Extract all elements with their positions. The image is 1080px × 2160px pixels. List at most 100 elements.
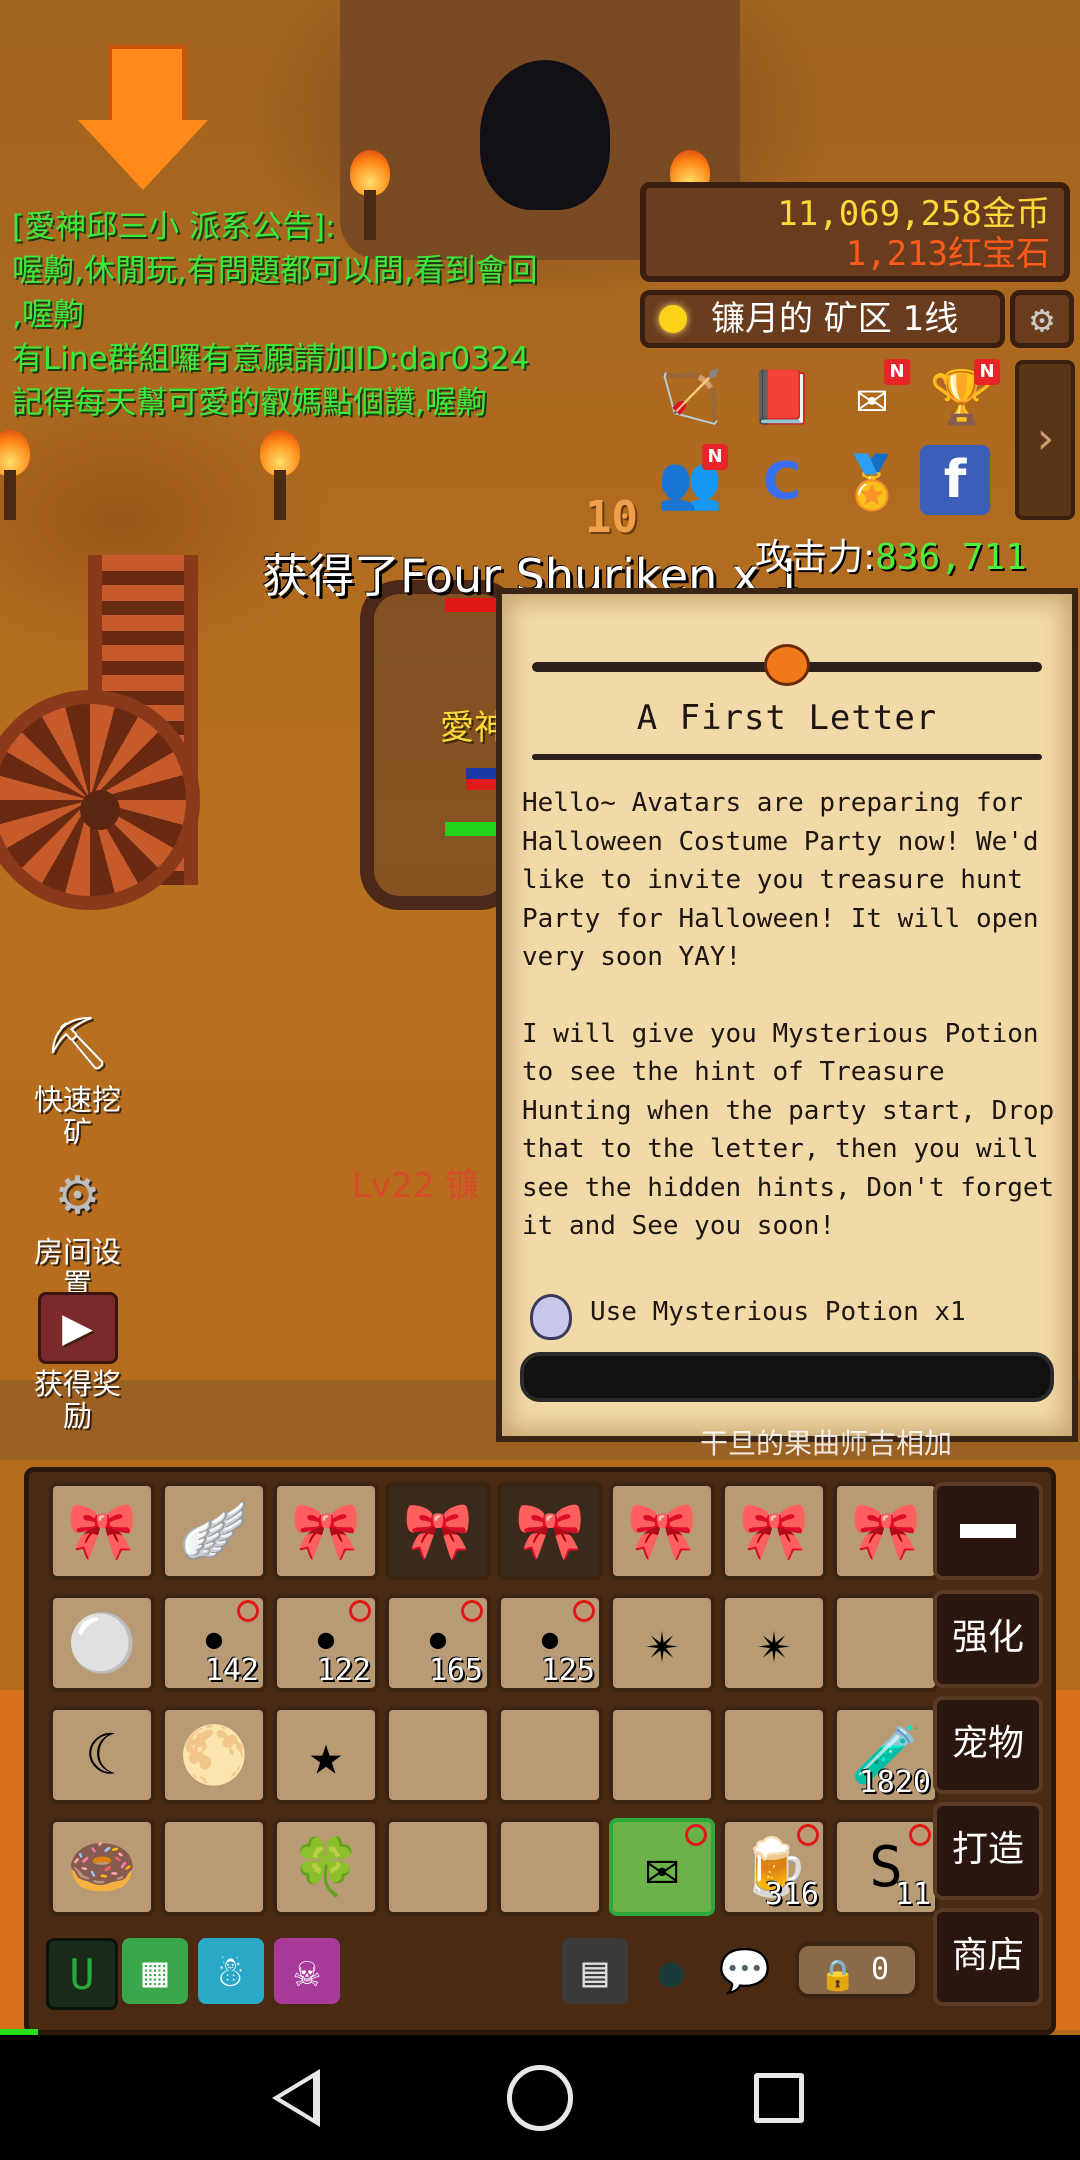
use-potion-label: Use Mysterious Potion x1 xyxy=(590,1297,966,1327)
bow-ribbon-icon: 🎀 xyxy=(851,1499,921,1564)
mail-icon[interactable]: ✉ N xyxy=(830,355,914,439)
magnet-icon[interactable]: U xyxy=(46,1938,118,2010)
inventory-slot-empty[interactable] xyxy=(609,1706,715,1804)
inventory-slot[interactable]: ★ xyxy=(273,1706,379,1804)
letter-paragraph: Hello~ Avatars are preparing for Hallowe… xyxy=(522,788,1039,972)
item-count: 11 xyxy=(894,1877,931,1912)
chat-line: [愛神邱三小 派系公告]: xyxy=(12,209,336,245)
gold-amount: 11,069,258金币 xyxy=(777,194,1050,234)
inventory-slot[interactable]: 🧪 1820 xyxy=(833,1706,939,1804)
inventory-slot[interactable]: 🪽 xyxy=(161,1482,267,1580)
recents-icon[interactable] xyxy=(754,2073,804,2123)
lock-icon: 🔒 xyxy=(819,1958,857,1993)
letter-paper: A First Letter Hello~ Avatars are prepar… xyxy=(502,594,1072,1436)
get-reward-label: 获得奖励 xyxy=(33,1367,121,1433)
quick-mine-button[interactable]: ⛏ 快速挖矿 xyxy=(20,1008,135,1148)
snowball-icon: ⚪ xyxy=(67,1611,137,1676)
inventory-slot[interactable]: 🎀 xyxy=(385,1482,491,1580)
chat-bubble-icon[interactable]: 💬 xyxy=(712,1938,778,2004)
letter-title: A First Letter xyxy=(636,698,938,738)
clover-icon: 🍀 xyxy=(291,1835,361,1900)
inventory-slot[interactable]: 🎀 xyxy=(609,1482,715,1580)
ghost-icon[interactable]: ☃ xyxy=(198,1938,264,2004)
enhance-tab-label: 强化 xyxy=(951,1617,1024,1658)
pet-tab-label: 宠物 xyxy=(951,1723,1024,1764)
channel-selector[interactable]: 镰月的 矿区 1线 xyxy=(640,290,1005,348)
craft-tab[interactable]: 打造 xyxy=(933,1802,1043,1900)
bow-ribbon-icon: 🎀 xyxy=(291,1499,361,1564)
calculator-icon[interactable]: ▤ xyxy=(562,1938,628,2004)
letter-panel[interactable]: A First Letter Hello~ Avatars are prepar… xyxy=(496,588,1078,1442)
inventory-slot[interactable]: ✴ xyxy=(609,1594,715,1692)
item-count: 316 xyxy=(764,1877,819,1912)
inventory-slot-empty[interactable] xyxy=(497,1818,603,1916)
inventory-slot-empty[interactable] xyxy=(833,1594,939,1692)
inventory-slot[interactable]: 🍀 xyxy=(273,1818,379,1916)
inventory-slot-empty[interactable] xyxy=(161,1818,267,1916)
letter-ornament xyxy=(532,754,1042,760)
inventory-slot[interactable]: 🎀 xyxy=(497,1482,603,1580)
background-message: 干旦的果曲师吉相加 xyxy=(700,1427,953,1460)
inventory-slot[interactable]: 🍩 xyxy=(49,1818,155,1916)
settings-button[interactable]: ⚙ xyxy=(1010,290,1074,348)
inventory-slot[interactable]: 🍺 316 xyxy=(721,1818,827,1916)
attack-power: 攻击力:836,711 xyxy=(755,528,1027,580)
no-trade-icon xyxy=(573,1600,595,1622)
cave-entrance xyxy=(480,60,610,210)
icon-glyph: 🏹 xyxy=(657,367,723,428)
inventory-slot-empty[interactable] xyxy=(385,1818,491,1916)
inventory-slot[interactable]: ✴ xyxy=(721,1594,827,1692)
inventory-slot[interactable]: ☾ xyxy=(49,1706,155,1804)
chevron-right-icon[interactable]: › xyxy=(1015,360,1075,520)
inventory-slot-empty[interactable] xyxy=(385,1706,491,1804)
shop-tab[interactable]: 商店 xyxy=(933,1908,1043,2006)
location-label: 镰月的 矿区 1线 xyxy=(711,299,959,339)
collapse-tab[interactable] xyxy=(933,1482,1043,1580)
inventory-slot[interactable]: • 165 xyxy=(385,1594,491,1692)
item-count: 1820 xyxy=(858,1765,931,1800)
wall-edge xyxy=(1052,1690,1080,2030)
enhance-tab[interactable]: 强化 xyxy=(933,1590,1043,1688)
bow-ribbon-icon: 🎀 xyxy=(67,1499,137,1564)
flag-icon xyxy=(466,768,496,790)
inventory-slot[interactable]: 🎀 xyxy=(833,1482,939,1580)
medal-icon[interactable]: 🏅 xyxy=(830,440,914,524)
inventory-slot[interactable]: • 122 xyxy=(273,1594,379,1692)
facebook-icon[interactable]: f xyxy=(920,445,990,515)
inventory-slot[interactable]: S 11 xyxy=(833,1818,939,1916)
c-shield-icon[interactable]: C xyxy=(740,440,824,524)
chat-line: ,喔齁 xyxy=(12,297,84,333)
inventory-slot[interactable]: 🎀 xyxy=(273,1482,379,1580)
bag-icon[interactable]: ● xyxy=(638,1938,704,2004)
lock-count: 0 xyxy=(871,1952,890,1987)
lock-button[interactable]: 🔒 0 xyxy=(795,1942,919,1998)
shuriken-icon: ✴ xyxy=(645,1610,679,1676)
costume-icon[interactable]: ☠ xyxy=(274,1938,340,2004)
no-trade-icon xyxy=(685,1824,707,1846)
inventory-slot-empty[interactable] xyxy=(497,1706,603,1804)
chest-icon[interactable]: ▦ xyxy=(122,1938,188,2004)
inventory-slot[interactable]: 🎀 xyxy=(49,1482,155,1580)
quick-mine-label: 快速挖矿 xyxy=(33,1083,121,1149)
inventory-slot[interactable]: 🎀 xyxy=(721,1482,827,1580)
trophy-icon[interactable]: 🏆 N xyxy=(920,355,1004,439)
bow-icon[interactable]: 🏹 xyxy=(648,355,732,439)
inventory-slot[interactable]: 🌕 xyxy=(161,1706,267,1804)
no-trade-icon xyxy=(909,1824,931,1846)
inventory-slot[interactable]: • 142 xyxy=(161,1594,267,1692)
inventory-slot[interactable]: ✉ xyxy=(609,1818,715,1916)
no-trade-icon xyxy=(797,1824,819,1846)
inventory-slot[interactable]: ⚪ xyxy=(49,1594,155,1692)
book-icon[interactable]: 📕 xyxy=(740,355,824,439)
potion-drop-slot[interactable] xyxy=(520,1352,1054,1402)
back-icon[interactable] xyxy=(268,2065,334,2131)
inventory-slot-empty[interactable] xyxy=(721,1706,827,1804)
inventory-slot[interactable]: • 125 xyxy=(497,1594,603,1692)
get-reward-button[interactable]: ▶ 获得奖励 xyxy=(20,1292,135,1432)
friends-icon[interactable]: 👥 N xyxy=(648,440,732,524)
room-settings-button[interactable]: ⚙ 房间设置 xyxy=(20,1160,135,1300)
pet-tab[interactable]: 宠物 xyxy=(933,1696,1043,1794)
wings-icon: 🪽 xyxy=(179,1499,249,1564)
no-trade-icon xyxy=(349,1600,371,1622)
home-icon[interactable] xyxy=(507,2065,573,2131)
